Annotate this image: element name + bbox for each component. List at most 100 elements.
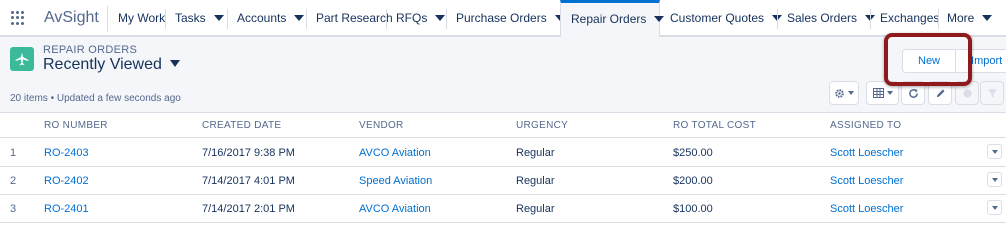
tab-part-research[interactable]: Part Research — [316, 0, 393, 37]
chart-icon — [962, 88, 972, 98]
tab-divider — [386, 9, 387, 29]
filter-icon — [987, 88, 997, 98]
ro-total-cost: $100.00 — [673, 203, 713, 215]
caret-down-icon — [886, 91, 893, 95]
ro-number-link[interactable]: RO-2402 — [44, 167, 89, 195]
row-number: 2 — [10, 175, 17, 187]
list-settings-button[interactable] — [829, 81, 859, 105]
column-header-assigned-to[interactable]: ASSIGNED TO — [830, 113, 901, 138]
table-header: RO NUMBER CREATED DATE VENDOR URGENCY RO… — [0, 113, 1006, 138]
created-date: 7/14/2017 4:01 PM — [202, 175, 295, 187]
chevron-down-icon[interactable] — [982, 14, 993, 21]
pencil-icon — [936, 88, 945, 97]
chart-button[interactable] — [955, 81, 979, 105]
caret-down-icon — [848, 91, 854, 95]
tab-label: Accounts — [237, 11, 287, 25]
inline-edit-button[interactable] — [928, 81, 952, 105]
tab-label: Part Research — [316, 11, 393, 25]
tab-repair-orders[interactable]: Repair Orders — [560, 0, 665, 39]
list-status: 20 items • Updated a few seconds ago — [10, 93, 181, 104]
created-date: 7/16/2017 9:38 PM — [202, 147, 295, 159]
tab-divider — [870, 9, 871, 29]
display-as-button[interactable] — [866, 81, 899, 105]
caret-down-icon — [991, 149, 998, 154]
app-name: AvSight — [44, 9, 99, 26]
tab-divider — [227, 9, 228, 29]
tab-customer-quotes[interactable]: Customer Quotes — [670, 0, 783, 37]
tab-label: Sales Orders — [787, 11, 858, 25]
nav-divider — [107, 6, 108, 32]
tab-label: Tasks — [175, 11, 206, 25]
object-label: REPAIR ORDERS — [43, 44, 138, 56]
refresh-button[interactable] — [901, 81, 925, 105]
row-number: 1 — [10, 147, 17, 159]
row-actions-button[interactable] — [987, 144, 1002, 159]
vendor-link[interactable]: AVCO Aviation — [359, 195, 431, 223]
table-row: 1 RO-2403 7/16/2017 9:38 PM AVCO Aviatio… — [0, 139, 1006, 167]
action-button-group: New Import — [902, 49, 1006, 73]
tab-divider — [446, 9, 447, 29]
row-actions-button[interactable] — [987, 200, 1002, 215]
tab-label: Purchase Orders — [456, 11, 547, 25]
column-header-created-date[interactable]: CREATED DATE — [202, 113, 281, 138]
tab-accounts[interactable]: Accounts — [237, 0, 305, 37]
tab-label: RFQs — [396, 11, 428, 25]
import-button[interactable]: Import — [955, 50, 1006, 72]
assigned-to-link[interactable]: Scott Loescher — [830, 139, 903, 167]
tab-label: More — [947, 11, 975, 25]
tab-label: Customer Quotes — [670, 11, 765, 25]
tab-tasks[interactable]: Tasks — [175, 0, 224, 37]
column-header-vendor[interactable]: VENDOR — [359, 113, 404, 138]
ro-number-link[interactable]: RO-2403 — [44, 139, 89, 167]
tab-label: My Work — [118, 11, 166, 25]
vendor-link[interactable]: AVCO Aviation — [359, 139, 431, 167]
urgency: Regular — [516, 203, 555, 215]
tab-divider — [777, 9, 778, 29]
list-view-switcher[interactable]: Recently Viewed — [43, 56, 180, 74]
tab-more[interactable]: More — [947, 0, 993, 37]
chevron-down-icon[interactable] — [213, 14, 224, 21]
chevron-down-icon[interactable] — [654, 15, 665, 22]
list-view-header: REPAIR ORDERS Recently Viewed 20 items •… — [0, 37, 1006, 113]
column-header-urgency[interactable]: URGENCY — [516, 113, 568, 138]
column-header-ro-number[interactable]: RO NUMBER — [44, 113, 108, 138]
tab-divider — [165, 9, 166, 29]
table-row: 2 RO-2402 7/14/2017 4:01 PM Speed Aviati… — [0, 167, 1006, 195]
tab-label: Repair Orders — [571, 12, 647, 26]
caret-down-icon — [991, 177, 998, 182]
table-row: 3 RO-2401 7/14/2017 2:01 PM AVCO Aviatio… — [0, 195, 1006, 223]
chevron-down-icon[interactable] — [294, 14, 305, 21]
assigned-to-link[interactable]: Scott Loescher — [830, 167, 903, 195]
urgency: Regular — [516, 175, 555, 187]
tab-divider — [938, 9, 939, 29]
new-button[interactable]: New — [903, 50, 956, 72]
urgency: Regular — [516, 147, 555, 159]
list-view-name: Recently Viewed — [43, 56, 162, 73]
vendor-link[interactable]: Speed Aviation — [359, 167, 432, 195]
refresh-icon — [908, 88, 918, 98]
tab-my-work[interactable]: My Work — [118, 0, 165, 37]
chevron-down-icon[interactable] — [435, 14, 446, 21]
ro-total-cost: $200.00 — [673, 175, 713, 187]
ro-number-link[interactable]: RO-2401 — [44, 195, 89, 223]
created-date: 7/14/2017 2:01 PM — [202, 203, 295, 215]
top-navigation: AvSight My Work Tasks Accounts Part Rese… — [0, 0, 1006, 39]
tab-rfqs[interactable]: RFQs — [396, 0, 446, 37]
ro-total-cost: $250.00 — [673, 147, 713, 159]
tab-label: Exchanges — [880, 11, 940, 25]
caret-down-icon[interactable] — [169, 60, 180, 68]
airplane-icon — [10, 47, 34, 71]
filter-button[interactable] — [980, 81, 1004, 105]
assigned-to-link[interactable]: Scott Loescher — [830, 195, 903, 223]
caret-down-icon — [991, 205, 998, 210]
row-actions-button[interactable] — [987, 172, 1002, 187]
tab-exchanges[interactable]: Exchanges — [880, 0, 939, 37]
tab-divider — [306, 9, 307, 29]
row-number: 3 — [10, 203, 17, 215]
app-launcher-icon[interactable] — [11, 11, 25, 25]
tab-sales-orders[interactable]: Sales Orders — [787, 0, 876, 37]
table-icon — [872, 88, 884, 98]
gear-icon — [835, 88, 844, 98]
column-header-ro-total-cost[interactable]: RO TOTAL COST — [673, 113, 756, 138]
tab-purchase-orders[interactable]: Purchase Orders — [456, 0, 565, 37]
